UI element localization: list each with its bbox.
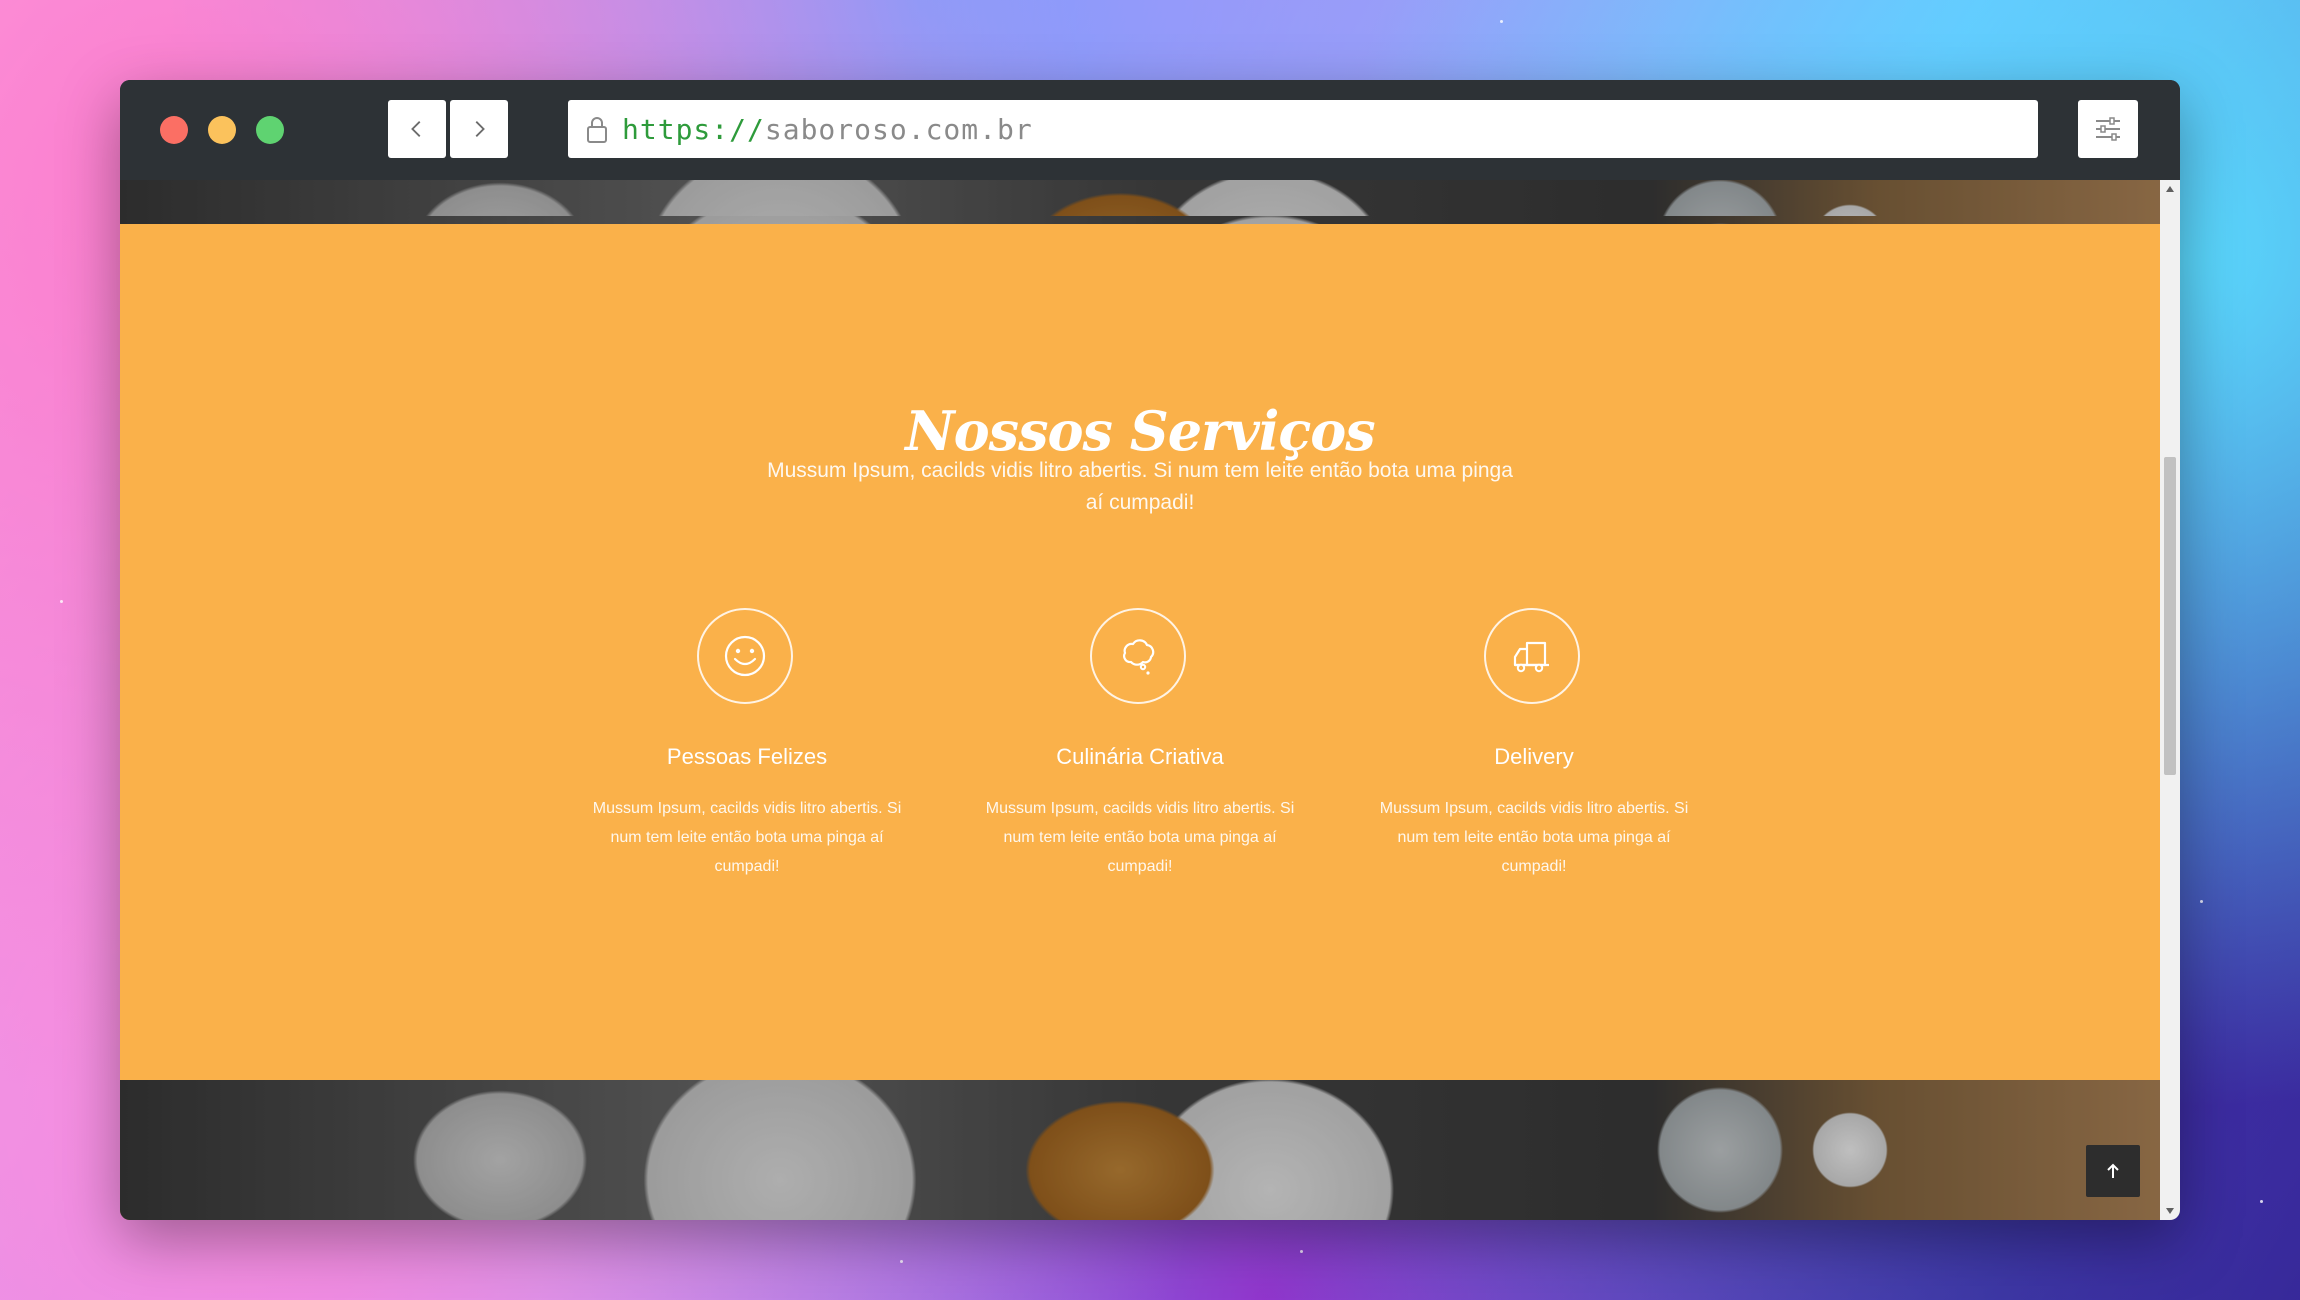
vertical-scrollbar[interactable]	[2160, 180, 2180, 1220]
back-button[interactable]	[388, 100, 446, 158]
scroll-down-arrow[interactable]	[2166, 1208, 2174, 1214]
sliders-icon	[2096, 117, 2120, 141]
settings-button[interactable]	[2078, 100, 2138, 158]
star-sparkle	[1500, 20, 1503, 23]
close-window-button[interactable]	[160, 116, 188, 144]
url-scheme: https://	[622, 112, 765, 146]
browser-window: https://saboroso.com.br Nossos Serviços …	[120, 80, 2180, 1220]
scrollbar-thumb[interactable]	[2164, 457, 2176, 775]
arrow-up-icon	[2107, 1163, 2119, 1178]
smiley-icon	[697, 608, 793, 704]
star-sparkle	[900, 1260, 903, 1263]
chevron-right-icon	[475, 121, 485, 137]
service-title: Delivery	[1494, 744, 1574, 769]
maximize-window-button[interactable]	[256, 116, 284, 144]
url-host: saboroso.com.br	[764, 112, 1033, 146]
truck-icon	[1484, 608, 1580, 704]
lock-icon	[582, 112, 612, 146]
star-sparkle	[2260, 1200, 2263, 1203]
forward-button[interactable]	[450, 100, 508, 158]
scroll-up-arrow[interactable]	[2166, 186, 2174, 192]
service-title: Pessoas Felizes	[666, 744, 828, 769]
chevron-left-icon	[411, 121, 421, 137]
browser-toolbar: https://saboroso.com.br	[120, 80, 2180, 180]
section-subtitle: Mussum Ipsum, cacilds vidis litro aberti…	[767, 459, 1513, 514]
section-title: Nossos Serviços	[905, 398, 1375, 463]
address-bar[interactable]: https://saboroso.com.br	[568, 100, 2038, 158]
url-text: https://saboroso.com.br	[622, 113, 1033, 146]
food-banner-image	[120, 180, 2160, 224]
minimize-window-button[interactable]	[208, 116, 236, 144]
service-title: Culinária Criativa	[1056, 744, 1224, 769]
service-description: Mussum Ipsum, cacilds vidis litro aberti…	[985, 800, 1295, 875]
services-section: Nossos Serviços Mussum Ipsum, cacilds vi…	[120, 224, 2160, 1080]
scroll-to-top-button[interactable]	[2086, 1145, 2140, 1197]
star-sparkle	[60, 600, 63, 603]
service-description: Mussum Ipsum, cacilds vidis litro aberti…	[592, 800, 902, 875]
star-sparkle	[2200, 900, 2203, 903]
food-banner-image	[120, 1080, 2160, 1220]
page-viewport: Nossos Serviços Mussum Ipsum, cacilds vi…	[120, 180, 2160, 1220]
star-sparkle	[1300, 1250, 1303, 1253]
service-description: Mussum Ipsum, cacilds vidis litro aberti…	[1379, 800, 1689, 875]
thought-bubble-icon	[1090, 608, 1186, 704]
